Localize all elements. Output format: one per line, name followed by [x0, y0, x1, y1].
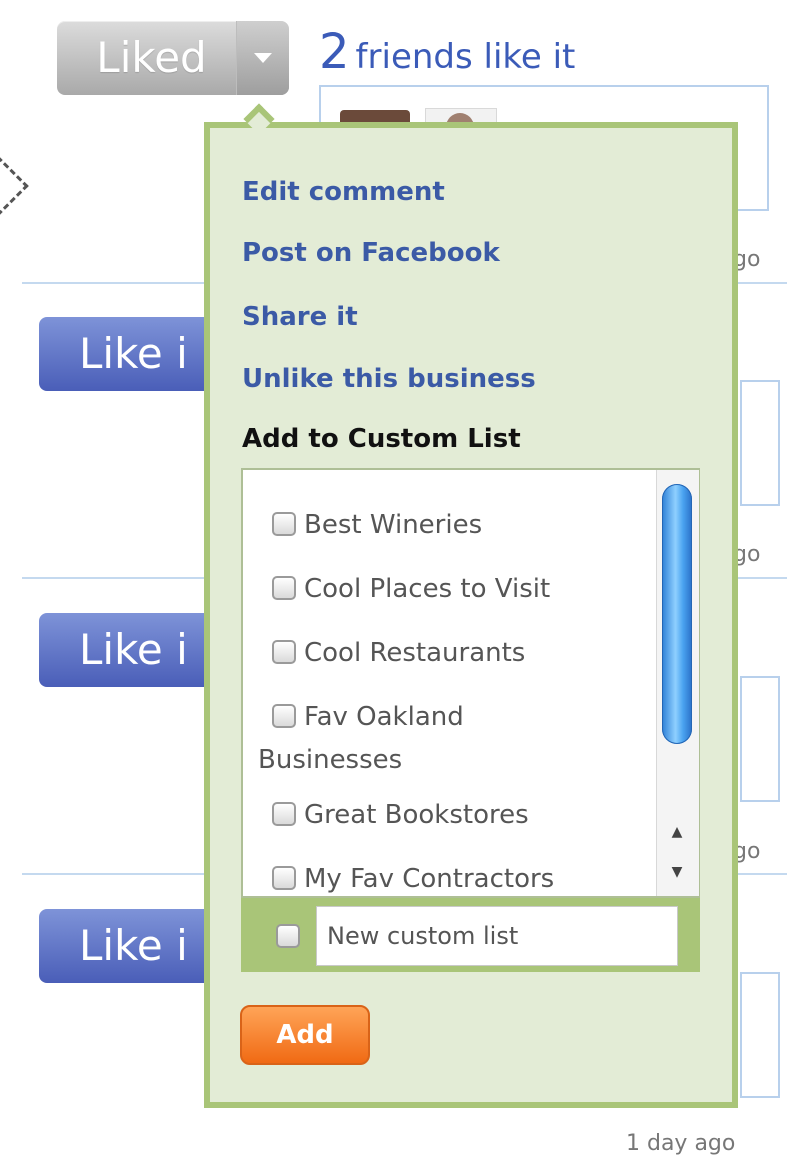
new-custom-list-input[interactable] — [316, 906, 678, 966]
list-item-label: Cool Restaurants — [304, 638, 526, 668]
dropdown-arrow-icon[interactable] — [236, 21, 289, 95]
checkbox[interactable] — [272, 640, 296, 664]
unlike-business-link[interactable]: Unlike this business — [242, 364, 536, 394]
scroll-up-arrow-icon[interactable]: ▲ — [666, 822, 688, 842]
checkbox[interactable] — [272, 576, 296, 600]
scrollbar-thumb[interactable] — [662, 484, 692, 744]
like-button[interactable]: Like i — [39, 613, 229, 687]
scroll-down-arrow-icon[interactable]: ▼ — [666, 862, 688, 882]
dashed-diamond-icon — [0, 149, 29, 223]
checkbox[interactable] — [272, 866, 296, 890]
list-item-label: Best Wineries — [304, 510, 483, 540]
checkbox[interactable] — [272, 512, 296, 536]
post-on-facebook-link[interactable]: Post on Facebook — [242, 238, 500, 268]
checkbox[interactable] — [272, 802, 296, 826]
list-item[interactable]: Cool Places to Visit — [272, 574, 550, 604]
like-button[interactable]: Like i — [39, 909, 229, 983]
liked-button[interactable]: Liked — [57, 21, 289, 95]
review-box — [740, 380, 780, 506]
list-item[interactable]: Fav Oakland — [272, 702, 464, 732]
list-item-label: Fav Oakland — [304, 702, 464, 732]
list-item-label-continued[interactable]: Businesses — [258, 745, 402, 775]
list-item[interactable]: Great Bookstores — [272, 800, 529, 830]
list-item-label: My Fav Contractors — [304, 864, 555, 894]
friends-count: 2 — [319, 24, 350, 80]
timestamp: 1 day ago — [626, 1131, 736, 1156]
list-item-label: Cool Places to Visit — [304, 574, 551, 604]
liked-button-label: Liked — [96, 33, 207, 82]
list-item[interactable]: Cool Restaurants — [272, 638, 525, 668]
list-item-label: Great Bookstores — [304, 800, 529, 830]
review-box — [740, 972, 780, 1098]
add-button[interactable]: Add — [240, 1005, 370, 1065]
custom-list-heading: Add to Custom List — [242, 424, 521, 454]
review-box — [740, 676, 780, 802]
list-item[interactable]: Best Wineries — [272, 510, 482, 540]
like-button[interactable]: Like i — [39, 317, 229, 391]
share-it-link[interactable]: Share it — [242, 302, 358, 332]
friends-like-text: friends like it — [355, 37, 576, 77]
friends-like-it[interactable]: 2 friends like it — [319, 24, 575, 80]
new-list-checkbox[interactable] — [276, 924, 300, 948]
list-item[interactable]: My Fav Contractors — [272, 864, 554, 894]
edit-comment-link[interactable]: Edit comment — [242, 177, 445, 207]
checkbox[interactable] — [272, 704, 296, 728]
